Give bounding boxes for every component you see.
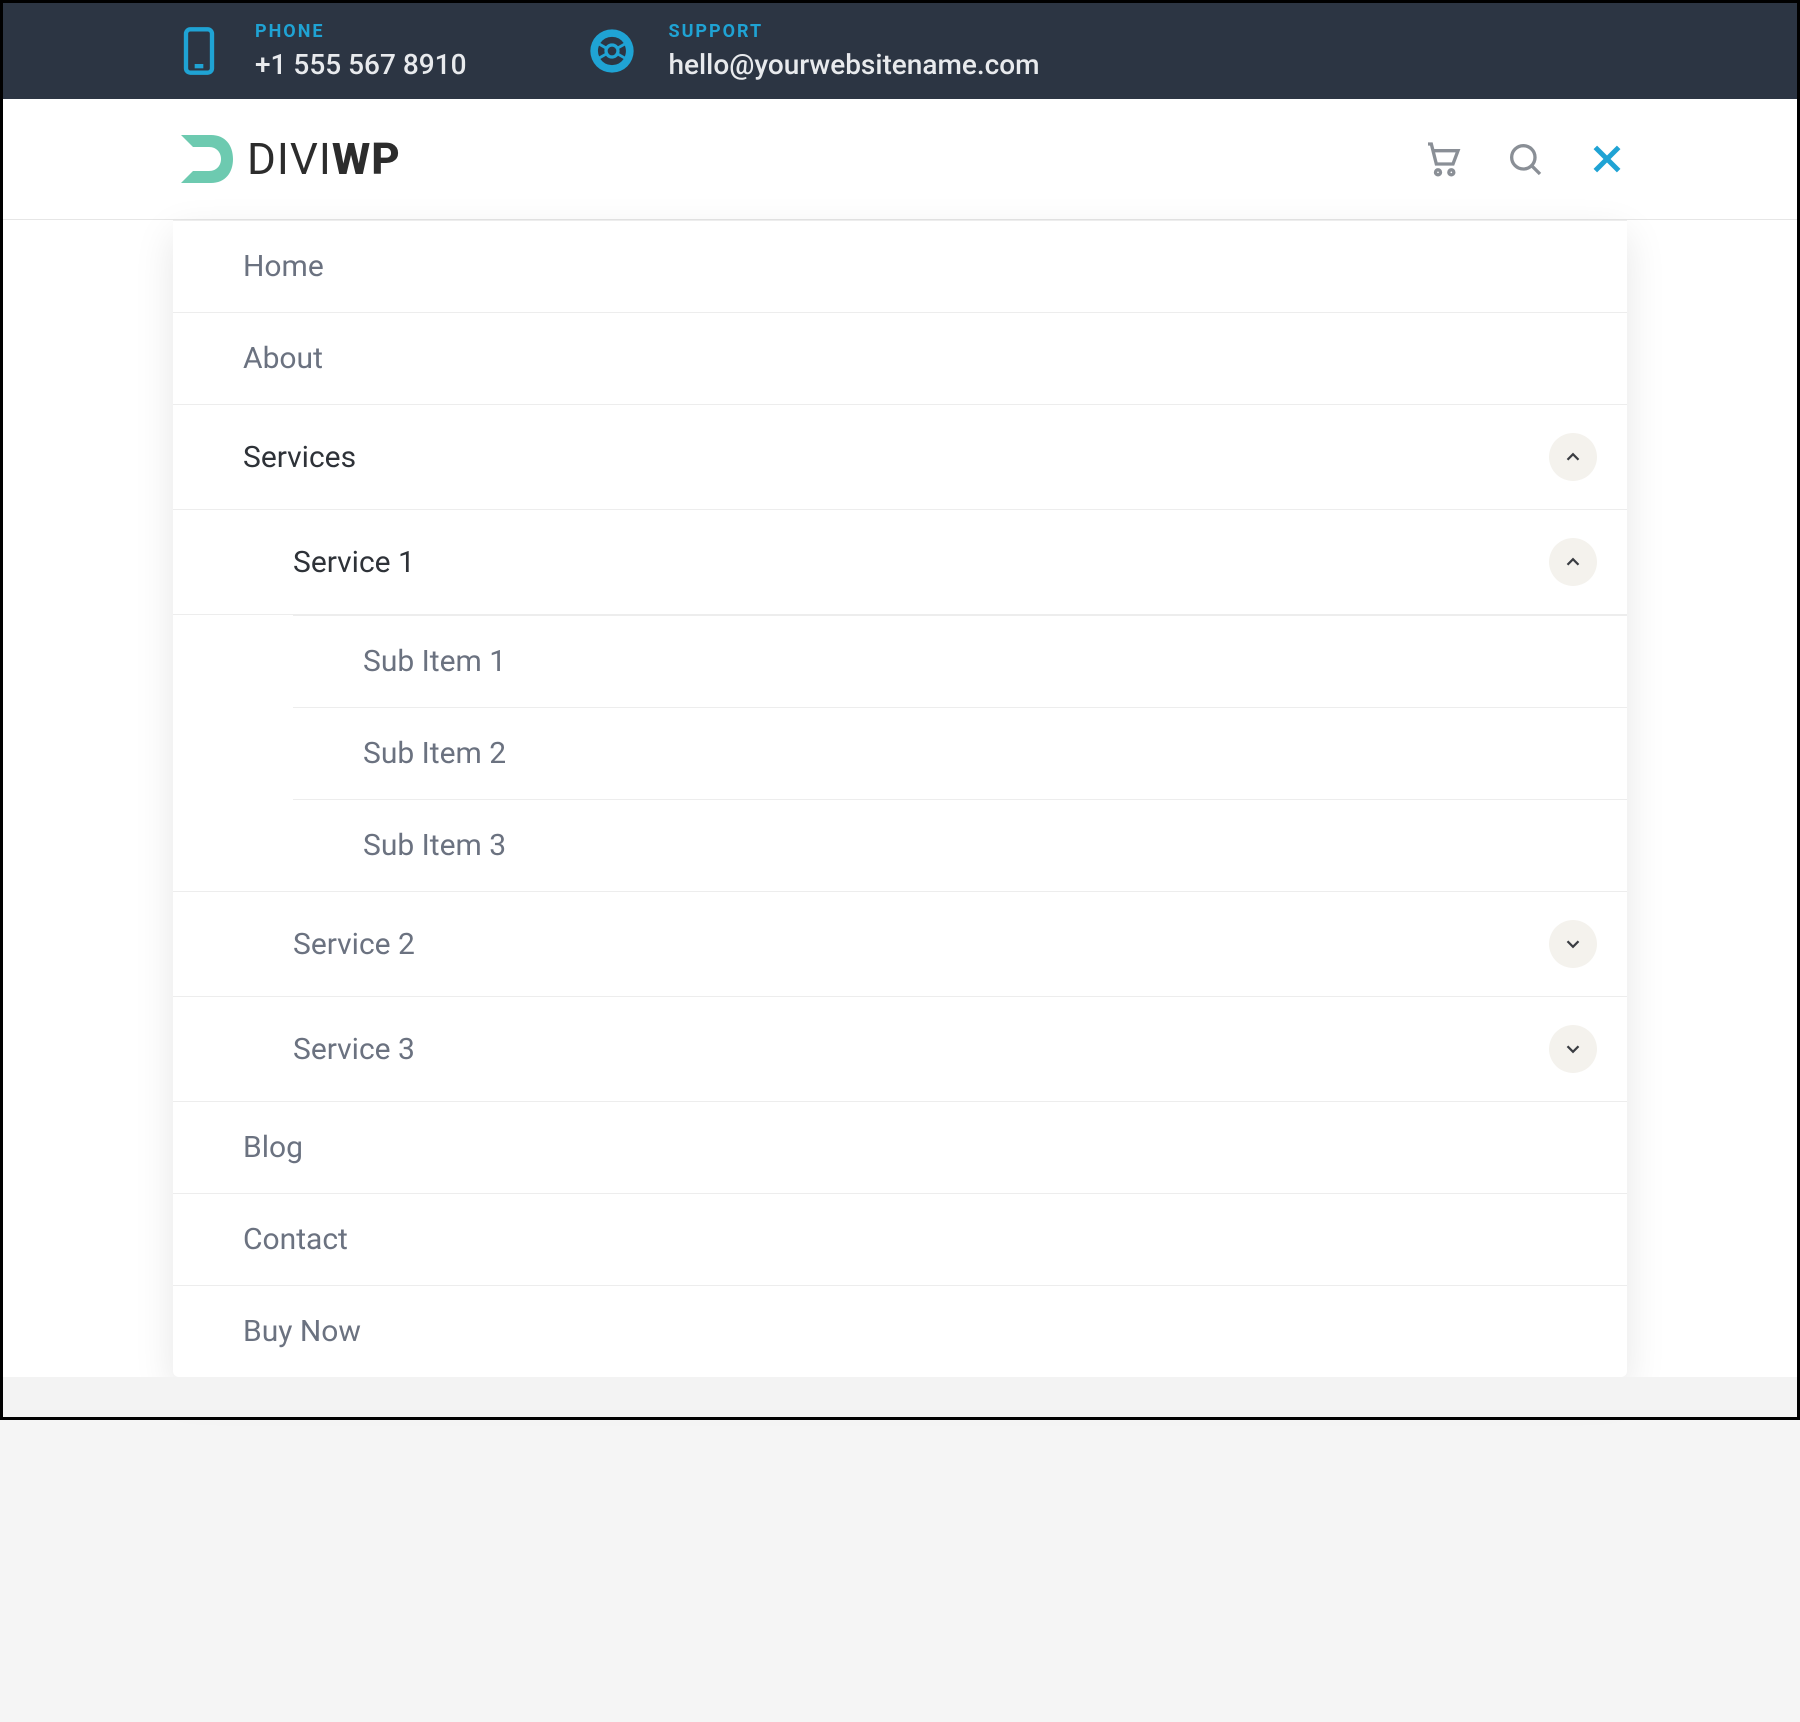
menu-item-about[interactable]: About xyxy=(173,313,1627,405)
logo-text-suffix: WP xyxy=(332,133,401,185)
support-block[interactable]: SUPPORT hello@yourwebsitename.com xyxy=(586,21,1039,81)
search-icon[interactable] xyxy=(1505,139,1545,179)
phone-text: PHONE +1 555 567 8910 xyxy=(255,21,466,81)
menu-label: Sub Item 1 xyxy=(363,644,1597,679)
logo-text: DIVIWP xyxy=(247,133,401,185)
chevron-down-icon[interactable] xyxy=(1549,1025,1597,1073)
header: DIVIWP xyxy=(3,99,1797,220)
menu-item-sub-1[interactable]: Sub Item 1 xyxy=(293,615,1627,707)
topbar: PHONE +1 555 567 8910 SUPPORT hello@your… xyxy=(3,3,1797,99)
logo[interactable]: DIVIWP xyxy=(173,127,401,191)
menu-label: Service 1 xyxy=(293,545,1549,580)
menu-item-services[interactable]: Services xyxy=(173,405,1627,510)
close-icon[interactable] xyxy=(1587,139,1627,179)
menu-item-sub-2[interactable]: Sub Item 2 xyxy=(293,707,1627,799)
menu-item-service-3[interactable]: Service 3 xyxy=(173,997,1627,1102)
menu-label: Service 3 xyxy=(293,1032,1549,1067)
header-actions xyxy=(1423,139,1627,179)
chevron-up-icon[interactable] xyxy=(1549,433,1597,481)
phone-label: PHONE xyxy=(255,21,466,42)
logo-text-prefix: DIVI xyxy=(247,133,332,185)
support-label: SUPPORT xyxy=(668,21,1039,42)
menu-item-contact[interactable]: Contact xyxy=(173,1194,1627,1286)
phone-icon xyxy=(173,25,225,77)
mobile-menu-panel: Home About Services Service 1 Su xyxy=(173,220,1627,1377)
menu-item-home[interactable]: Home xyxy=(173,221,1627,313)
menu-item-blog[interactable]: Blog xyxy=(173,1102,1627,1194)
menu-item-sub-3[interactable]: Sub Item 3 xyxy=(293,799,1627,891)
cart-icon[interactable] xyxy=(1423,139,1463,179)
support-value: hello@yourwebsitename.com xyxy=(668,48,1039,81)
menu-item-service-2[interactable]: Service 2 xyxy=(173,891,1627,997)
logo-mark-icon xyxy=(173,127,237,191)
menu-label: Service 2 xyxy=(293,927,1549,962)
menu-label: Sub Item 2 xyxy=(363,736,1597,771)
phone-block[interactable]: PHONE +1 555 567 8910 xyxy=(173,21,466,81)
page-background xyxy=(3,1377,1797,1417)
menu-label: Buy Now xyxy=(243,1314,1597,1349)
menu-item-service-1[interactable]: Service 1 xyxy=(173,510,1627,615)
menu-item-buy-now[interactable]: Buy Now xyxy=(173,1286,1627,1377)
app-frame: PHONE +1 555 567 8910 SUPPORT hello@your… xyxy=(0,0,1800,1420)
menu-label: Contact xyxy=(243,1222,1597,1257)
menu-label: About xyxy=(243,341,1597,376)
support-icon xyxy=(586,25,638,77)
chevron-up-icon[interactable] xyxy=(1549,538,1597,586)
menu-label: Home xyxy=(243,249,1597,284)
service-1-subitems: Sub Item 1 Sub Item 2 Sub Item 3 xyxy=(293,615,1627,891)
menu-label: Sub Item 3 xyxy=(363,828,1597,863)
menu-label: Blog xyxy=(243,1130,1597,1165)
phone-value: +1 555 567 8910 xyxy=(255,48,466,81)
menu-area: Home About Services Service 1 Su xyxy=(3,220,1797,1377)
chevron-down-icon[interactable] xyxy=(1549,920,1597,968)
support-text: SUPPORT hello@yourwebsitename.com xyxy=(668,21,1039,81)
menu-label: Services xyxy=(243,440,1549,475)
